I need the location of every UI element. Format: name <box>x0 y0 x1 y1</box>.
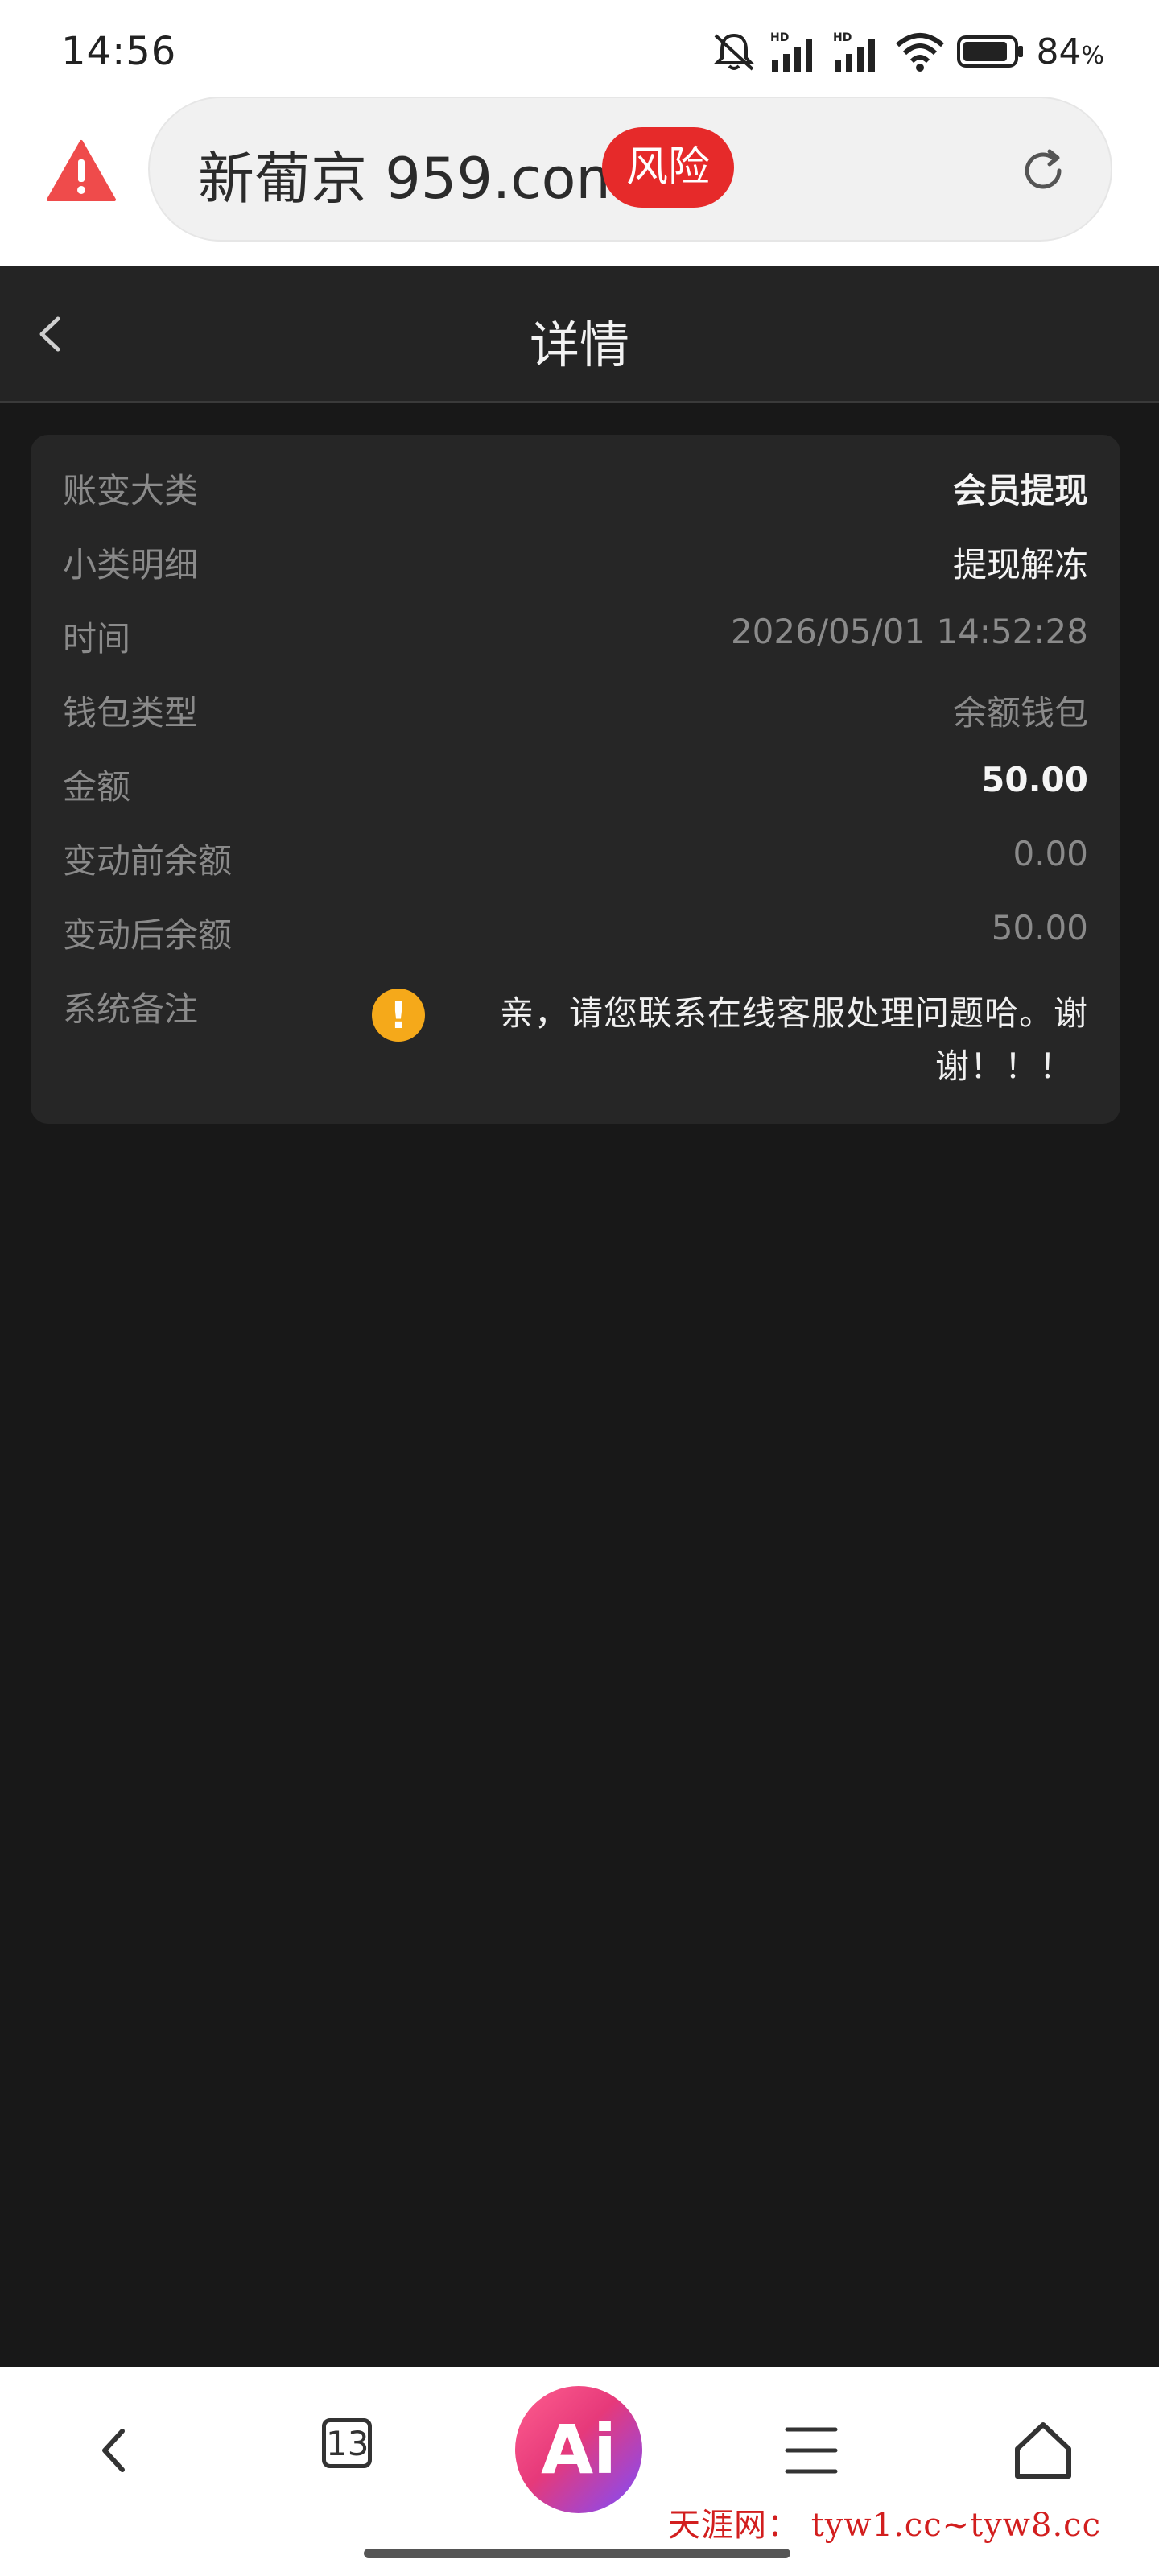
transaction-detail-card: 账变大类 会员提现 小类明细 提现解冻 时间 2026/05/01 14:52:… <box>31 435 1120 1124</box>
detail-row-before-balance: 变动前余额 0.00 <box>63 834 1088 898</box>
category-value: 会员提现 <box>952 471 1088 510</box>
wallet-value: 余额钱包 <box>952 693 1088 733</box>
system-note-label: 系统备注 <box>63 989 199 1029</box>
before-balance-label: 变动前余额 <box>63 841 233 881</box>
detail-row-subcategory: 小类明细 提现解冻 <box>63 538 1088 602</box>
tabs-icon[interactable]: 13 <box>322 2418 372 2468</box>
exclamation-circle-icon: ! <box>372 989 425 1042</box>
battery-icon <box>957 35 1024 68</box>
after-balance-value: 50.00 <box>991 908 1088 947</box>
category-label: 账变大类 <box>63 471 199 510</box>
detail-row-time: 时间 2026/05/01 14:52:28 <box>63 612 1088 676</box>
subcategory-value: 提现解冻 <box>952 545 1088 584</box>
detail-row-after-balance: 变动后余额 50.00 <box>63 908 1088 972</box>
system-note-line-2: 谢！！！ <box>934 1046 1074 1086</box>
status-bar: 14:56 HD HD 84% <box>0 0 1159 97</box>
signal-hd-icon: HD <box>833 31 876 72</box>
mute-bell-icon <box>713 33 756 71</box>
time-label: 时间 <box>63 619 131 658</box>
warning-triangle-icon[interactable] <box>47 138 116 203</box>
amount-value: 50.00 <box>981 760 1088 799</box>
risk-badge[interactable]: 风险 <box>602 127 735 208</box>
watermark-text: 天涯网： tyw1.cc~tyw8.cc <box>668 2507 1101 2544</box>
status-icons: HD HD 84% <box>711 27 1104 76</box>
battery-percent: 84% <box>1036 31 1104 72</box>
url-text[interactable]: 新葡京 959.com <box>198 134 631 215</box>
detail-row-amount: 金额 50.00 <box>63 760 1088 824</box>
page-header: 详情 <box>0 266 1159 402</box>
page-title: 详情 <box>529 316 629 374</box>
system-note-text: 亲，请您联系在线客服处理问题哈。谢 谢！！！ <box>449 987 1088 1093</box>
ai-assistant-icon[interactable]: Ai <box>515 2386 642 2513</box>
refresh-icon[interactable] <box>1017 145 1069 196</box>
battery-percent-value: 84 <box>1036 31 1082 72</box>
detail-row-system-note: 系统备注 ! 亲，请您联系在线客服处理问题哈。谢 谢！！！ <box>63 982 1088 1103</box>
menu-icon[interactable] <box>763 2402 860 2499</box>
back-arrow-icon[interactable] <box>64 2402 161 2499</box>
svg-text:HD: HD <box>770 31 789 44</box>
detail-row-category: 账变大类 会员提现 <box>63 464 1088 528</box>
home-icon[interactable] <box>995 2402 1091 2499</box>
signal-hd-icon: HD <box>770 31 813 72</box>
system-note-line-1: 亲，请您联系在线客服处理问题哈。谢 <box>499 993 1088 1033</box>
home-indicator[interactable] <box>364 2549 790 2558</box>
svg-text:HD: HD <box>833 31 852 44</box>
status-time: 14:56 <box>61 29 177 74</box>
time-value: 2026/05/01 14:52:28 <box>730 612 1088 651</box>
url-field[interactable]: 新葡京 959.com 风险 <box>148 97 1112 242</box>
after-balance-label: 变动后余额 <box>63 915 233 955</box>
wifi-icon <box>896 33 945 72</box>
subcategory-label: 小类明细 <box>63 545 199 584</box>
before-balance-value: 0.00 <box>1013 834 1088 873</box>
amount-label: 金额 <box>63 767 131 807</box>
browser-address-bar: 新葡京 959.com 风险 <box>0 97 1159 266</box>
battery-percent-unit: % <box>1081 41 1104 70</box>
detail-row-wallet: 钱包类型 余额钱包 <box>63 686 1088 750</box>
wallet-label: 钱包类型 <box>63 693 199 733</box>
